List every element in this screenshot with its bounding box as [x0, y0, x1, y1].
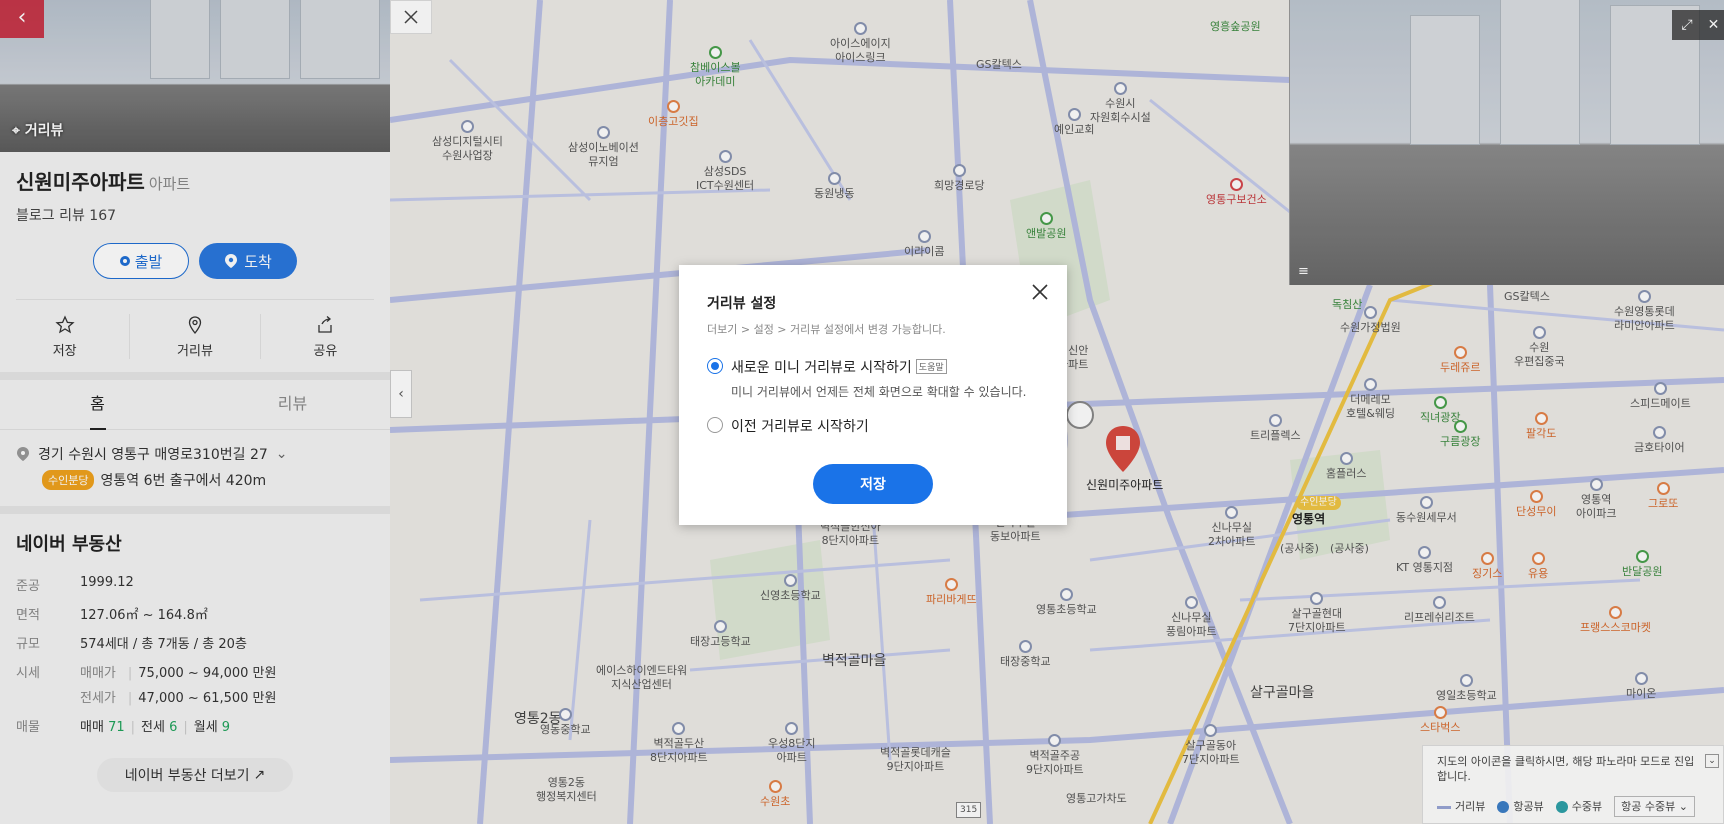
option-legacy-street-view[interactable]: 이전 거리뷰로 시작하기: [707, 416, 1039, 436]
dialog-title: 거리뷰 설정: [707, 296, 777, 312]
radio-mini-street-view[interactable]: [707, 358, 723, 374]
dialog-subtitle: 더보기 > 설정 > 거리뷰 설정에서 변경 가능합니다.: [707, 323, 946, 336]
save-button[interactable]: 저장: [813, 464, 933, 504]
option-mini-street-view[interactable]: 새로운 미니 거리뷰로 시작하기 도움말 미니 거리뷰에서 언제든 전체 화면으로…: [707, 357, 1039, 400]
radio-legacy-street-view[interactable]: [707, 417, 723, 433]
help-tag[interactable]: 도움말: [915, 359, 947, 374]
close-icon[interactable]: [1029, 281, 1051, 303]
street-view-settings-dialog: 거리뷰 설정 더보기 > 설정 > 거리뷰 설정에서 변경 가능합니다. 새로운…: [679, 265, 1067, 525]
option-description: 미니 거리뷰에서 언제든 전체 화면으로 확대할 수 있습니다.: [731, 385, 1027, 399]
